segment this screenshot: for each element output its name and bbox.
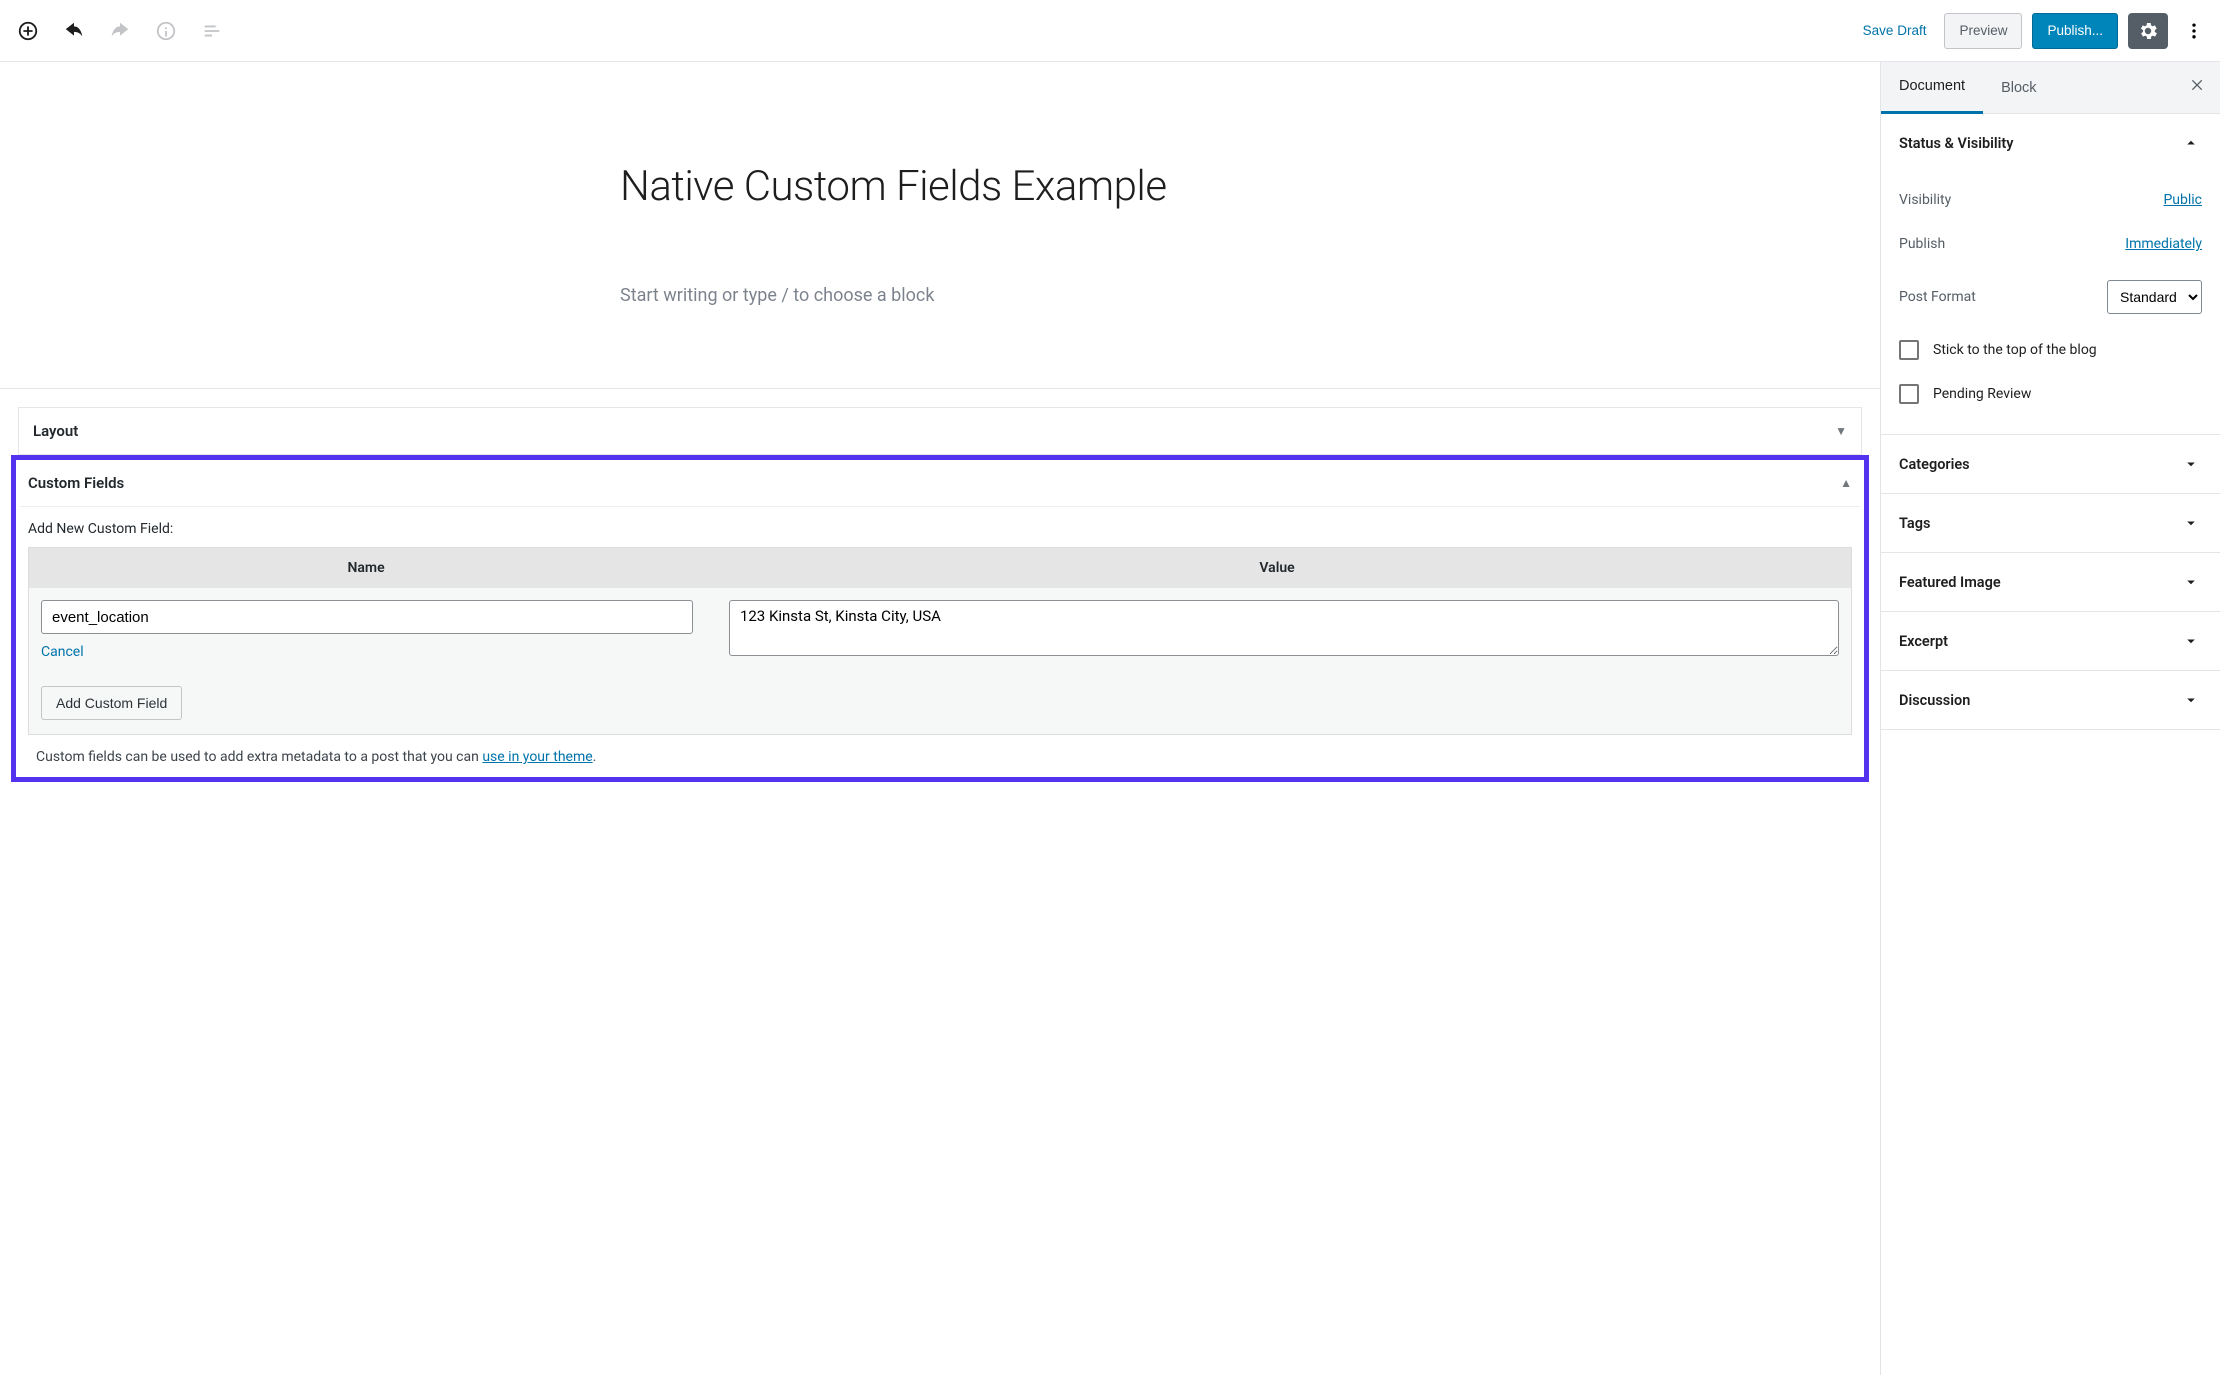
excerpt-header[interactable]: Excerpt	[1881, 612, 2220, 670]
discussion-panel: Discussion	[1881, 671, 2220, 730]
cf-help-prefix: Custom fields can be used to add extra m…	[36, 749, 482, 765]
header-right-actions: Save Draft Preview Publish...	[1863, 13, 2210, 49]
visibility-value[interactable]: Public	[2163, 192, 2202, 208]
triangle-up-icon: ▲	[1840, 476, 1852, 490]
triangle-down-icon: ▼	[1835, 424, 1847, 438]
post-format-row: Post Format Standard	[1899, 266, 2202, 328]
metaboxes-area: Layout ▼ Custom Fields ▲ Add New Custom …	[0, 388, 1880, 782]
editor-body: Native Custom Fields Example Start writi…	[0, 62, 2220, 1375]
more-icon	[2184, 21, 2204, 41]
cf-help-suffix: .	[593, 749, 597, 765]
layout-metabox-title: Layout	[33, 422, 78, 440]
more-menu-button[interactable]	[2178, 13, 2210, 49]
stick-label: Stick to the top of the blog	[1933, 342, 2097, 358]
info-button[interactable]	[148, 13, 184, 49]
settings-button[interactable]	[2128, 13, 2168, 49]
chevron-down-icon	[2180, 453, 2202, 475]
post-title-input[interactable]: Native Custom Fields Example	[620, 62, 1260, 211]
custom-fields-header[interactable]: Custom Fields ▲	[20, 460, 1860, 507]
cf-help-text: Custom fields can be used to add extra m…	[28, 749, 1852, 765]
redo-button	[102, 13, 138, 49]
header-left-tools	[10, 13, 230, 49]
add-block-button[interactable]	[10, 13, 46, 49]
stick-checkbox[interactable]	[1899, 340, 1919, 360]
publish-value[interactable]: Immediately	[2125, 236, 2202, 252]
close-sidebar-button[interactable]	[2190, 77, 2206, 98]
tags-title: Tags	[1899, 515, 1930, 532]
publish-label: Publish	[1899, 236, 1945, 252]
categories-title: Categories	[1899, 456, 1970, 473]
status-visibility-panel: Status & Visibility Visibility Public Pu…	[1881, 114, 2220, 435]
save-draft-button[interactable]: Save Draft	[1863, 23, 1927, 38]
status-visibility-header[interactable]: Status & Visibility	[1881, 114, 2220, 172]
chevron-down-icon	[2180, 512, 2202, 534]
custom-fields-highlight: Custom Fields ▲ Add New Custom Field: Na…	[11, 455, 1869, 782]
discussion-header[interactable]: Discussion	[1881, 671, 2220, 729]
custom-fields-body: Add New Custom Field: Name Value Cancel	[20, 507, 1860, 765]
chevron-down-icon	[2180, 689, 2202, 711]
custom-fields-table: Name Value Cancel 123 Kinsta St, Kinsta …	[28, 547, 1852, 735]
cf-name-header: Name	[29, 548, 703, 588]
cf-name-input[interactable]	[41, 600, 693, 634]
featured-image-title: Featured Image	[1899, 574, 2001, 591]
categories-panel: Categories	[1881, 435, 2220, 494]
categories-header[interactable]: Categories	[1881, 435, 2220, 493]
featured-image-panel: Featured Image	[1881, 553, 2220, 612]
cf-value-input[interactable]: 123 Kinsta St, Kinsta City, USA	[729, 600, 1839, 656]
cf-table-row: Cancel 123 Kinsta St, Kinsta City, USA	[29, 588, 1851, 672]
discussion-title: Discussion	[1899, 692, 1970, 709]
cf-value-header: Value	[703, 548, 1851, 588]
cf-cancel-link[interactable]: Cancel	[41, 644, 84, 660]
layout-metabox: Layout ▼	[18, 407, 1862, 455]
chevron-up-icon	[2180, 132, 2202, 154]
chevron-down-icon	[2180, 571, 2202, 593]
settings-sidebar: Document Block Status & Visibility Visib…	[1880, 62, 2220, 1375]
add-custom-field-label: Add New Custom Field:	[28, 521, 1852, 537]
close-icon	[2190, 77, 2206, 93]
layout-metabox-header[interactable]: Layout ▼	[19, 408, 1861, 454]
pending-row: Pending Review	[1899, 372, 2202, 416]
gear-icon	[2137, 20, 2159, 42]
preview-button[interactable]: Preview	[1944, 13, 2022, 49]
stick-row: Stick to the top of the blog	[1899, 328, 2202, 372]
pending-label: Pending Review	[1933, 386, 2031, 402]
custom-fields-metabox: Custom Fields ▲ Add New Custom Field: Na…	[20, 460, 1860, 765]
tags-header[interactable]: Tags	[1881, 494, 2220, 552]
sidebar-tabs: Document Block	[1881, 62, 2220, 114]
visibility-label: Visibility	[1899, 192, 1951, 208]
pending-checkbox[interactable]	[1899, 384, 1919, 404]
post-format-select[interactable]: Standard	[2107, 280, 2202, 314]
cf-help-link[interactable]: use in your theme	[482, 749, 592, 765]
visibility-row: Visibility Public	[1899, 178, 2202, 222]
excerpt-panel: Excerpt	[1881, 612, 2220, 671]
custom-fields-title: Custom Fields	[28, 474, 124, 492]
editor-header: Save Draft Preview Publish...	[0, 0, 2220, 62]
chevron-down-icon	[2180, 630, 2202, 652]
publish-button[interactable]: Publish...	[2032, 13, 2118, 49]
editor-canvas: Native Custom Fields Example Start writi…	[0, 62, 1880, 1375]
tags-panel: Tags	[1881, 494, 2220, 553]
tab-block[interactable]: Block	[1983, 62, 2054, 114]
add-custom-field-button[interactable]: Add Custom Field	[41, 686, 182, 720]
block-placeholder[interactable]: Start writing or type / to choose a bloc…	[620, 285, 1260, 306]
cf-table-head: Name Value	[29, 548, 1851, 588]
status-visibility-title: Status & Visibility	[1899, 135, 2014, 152]
undo-button[interactable]	[56, 13, 92, 49]
outline-button[interactable]	[194, 13, 230, 49]
excerpt-title: Excerpt	[1899, 633, 1948, 650]
tab-document[interactable]: Document	[1881, 62, 1983, 114]
featured-image-header[interactable]: Featured Image	[1881, 553, 2220, 611]
post-format-label: Post Format	[1899, 289, 1976, 305]
publish-row: Publish Immediately	[1899, 222, 2202, 266]
